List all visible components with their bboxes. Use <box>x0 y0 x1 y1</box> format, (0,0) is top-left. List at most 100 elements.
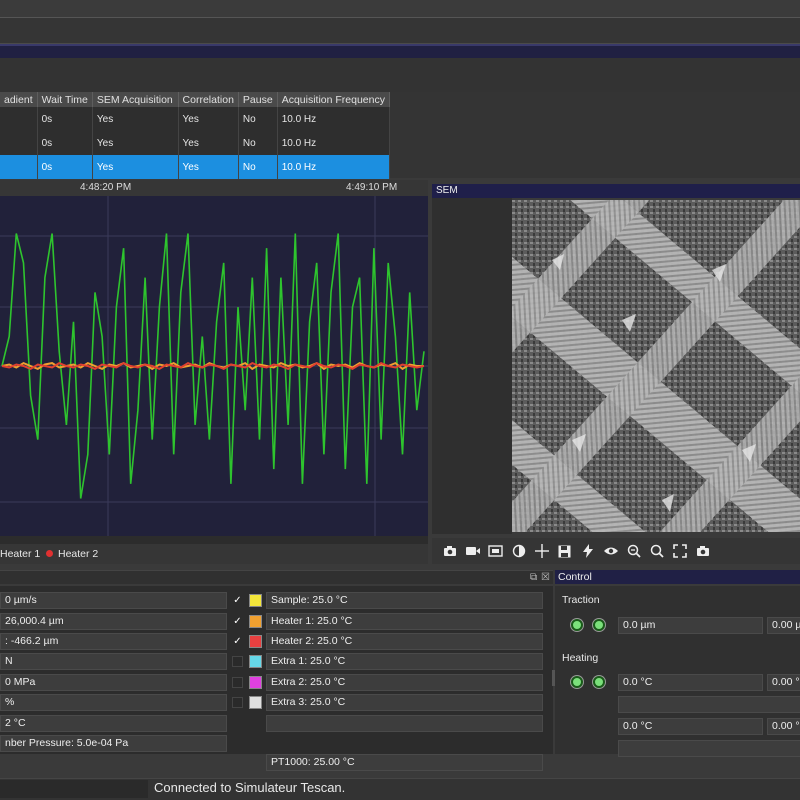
column-header[interactable]: Correlation <box>178 92 239 107</box>
sem-image-graphic <box>512 200 800 532</box>
crosshair-icon[interactable] <box>532 542 551 561</box>
camera-icon[interactable] <box>440 542 459 561</box>
video-icon[interactable] <box>463 542 482 561</box>
heating-row-empty <box>618 696 800 713</box>
zoom-in-icon[interactable] <box>647 542 666 561</box>
column-header[interactable]: SEM Acquisition <box>92 92 179 107</box>
table-cell <box>0 131 38 155</box>
traction-radio-2[interactable] <box>593 619 605 631</box>
graph-time-axis: 4:48:20 PM 4:49:10 PM <box>0 180 428 196</box>
sequence-table: adient Wait Time SEM Acquisition Correla… <box>0 92 391 179</box>
sensor-field: Extra 1: 25.0 °C <box>266 653 543 670</box>
plot-legend: Heater 1 Heater 2 <box>0 544 428 564</box>
traction-value-right[interactable]: 0.00 µ <box>767 617 800 634</box>
heating-value-right-2[interactable]: 0.00 ° <box>767 718 800 735</box>
save-icon[interactable] <box>555 542 574 561</box>
control-panel: Traction 0.0 µm 0.00 µ Heating 0.0 °C 0.… <box>555 586 800 757</box>
column-header[interactable]: Wait Time <box>37 92 93 107</box>
sensor-checkbox[interactable] <box>232 677 243 688</box>
snapshot-icon[interactable] <box>693 542 712 561</box>
heating-value-right[interactable]: 0.00 ° <box>767 674 800 691</box>
eye-icon[interactable] <box>601 542 620 561</box>
sensor-color-swatch <box>249 615 262 628</box>
traction-radio-on[interactable] <box>571 619 583 631</box>
table-cell: Yes <box>178 131 239 155</box>
sensor-field: Extra 2: 25.0 °C <box>266 674 543 691</box>
sensor-color-swatch <box>249 635 262 648</box>
speed-field: 0 µm/s <box>0 592 227 609</box>
heating-row-empty-2 <box>618 740 800 757</box>
heating-value-field[interactable]: 0.0 °C <box>618 674 763 691</box>
close-icon[interactable]: ☒ <box>541 572 550 583</box>
heating-radio-on[interactable] <box>571 676 583 688</box>
table-cell: 0s <box>37 155 93 179</box>
sensor-field: Extra 3: 25.0 °C <box>266 694 543 711</box>
sensor-checkbox[interactable] <box>232 697 243 708</box>
table-cell: 10.0 Hz <box>277 155 391 179</box>
toolbar-area <box>0 58 800 92</box>
sensor-field: Heater 1: 25.0 °C <box>266 613 543 630</box>
table-cell: Yes <box>178 155 239 179</box>
table-cell <box>0 107 38 131</box>
table-cell: Yes <box>178 107 239 131</box>
table-cell: Yes <box>92 155 179 179</box>
sem-image[interactable] <box>512 200 800 532</box>
traction-label: Traction <box>562 594 600 606</box>
temperature-field: 2 °C <box>0 715 227 732</box>
table-row-selected[interactable]: 0s Yes Yes No 10.0 Hz <box>0 155 391 179</box>
plot-scrollbar[interactable] <box>0 536 428 544</box>
table-cell: No <box>238 155 278 179</box>
table-row[interactable]: 0s Yes Yes No 10.0 Hz <box>0 131 391 155</box>
status-panel: 0 µm/s 26,000.4 µm : -466.2 µm N 0 MPa %… <box>0 586 553 771</box>
contrast-icon[interactable] <box>509 542 528 561</box>
column-header[interactable]: adient <box>0 92 38 107</box>
status-bar-left <box>0 780 148 798</box>
status-bar-text: Connected to Simulateur Tescan. <box>154 780 346 795</box>
legend-heater-1: Heater 1 <box>0 548 41 560</box>
table-cell: 0s <box>37 107 93 131</box>
heating-value-field-2[interactable]: 0.0 °C <box>618 718 763 735</box>
sensor-field: Heater 2: 25.0 °C <box>266 633 543 650</box>
force-field: N <box>0 653 227 670</box>
displacement-field: : -466.2 µm <box>0 633 227 650</box>
control-panel-title: Control <box>555 570 800 584</box>
sem-toolbar <box>432 538 800 564</box>
sensor-checkbox[interactable]: ✓ <box>232 595 243 606</box>
legend-heater-2-marker <box>46 550 53 557</box>
table-cell <box>0 155 38 179</box>
sensor-checkbox[interactable]: ✓ <box>232 616 243 627</box>
flash-icon[interactable] <box>578 542 597 561</box>
heating-radio-2[interactable] <box>593 676 605 688</box>
pt1000-field: PT1000: 25.00 °C <box>266 754 543 771</box>
heating-label: Heating <box>562 652 599 664</box>
column-header[interactable]: Acquisition Frequency <box>277 92 391 107</box>
status-panel-titlebar: ⧉ ☒ <box>0 570 553 584</box>
accent-bar <box>0 44 800 58</box>
sensor-color-swatch <box>249 676 262 689</box>
table-cell: No <box>238 107 278 131</box>
sensor-field: Sample: 25.0 °C <box>266 592 543 609</box>
float-icon[interactable]: ⧉ <box>530 572 537 583</box>
sensor-field-empty <box>266 715 543 732</box>
temperature-plot[interactable] <box>0 196 428 536</box>
traction-value-field[interactable]: 0.0 µm <box>618 617 763 634</box>
sensor-color-swatch <box>249 655 262 668</box>
table-cell: 0s <box>37 131 93 155</box>
table-cell: Yes <box>92 131 179 155</box>
panel-splitter[interactable] <box>552 670 555 686</box>
fit-icon[interactable] <box>670 542 689 561</box>
sensor-checkbox[interactable]: ✓ <box>232 636 243 647</box>
table-empty-area <box>390 92 800 178</box>
time-label: 4:49:10 PM <box>346 182 398 193</box>
column-header[interactable]: Pause <box>238 92 278 107</box>
frame-icon[interactable] <box>486 542 505 561</box>
sem-left-margin <box>432 198 512 534</box>
table-cell: Yes <box>92 107 179 131</box>
stress-field: 0 MPa <box>0 674 227 691</box>
position-field: 26,000.4 µm <box>0 613 227 630</box>
zoom-out-icon[interactable] <box>624 542 643 561</box>
time-label: 4:48:20 PM <box>80 182 132 193</box>
table-row[interactable]: 0s Yes Yes No 10.0 Hz <box>0 107 391 131</box>
sensor-checkbox[interactable] <box>232 656 243 667</box>
plot-svg <box>0 196 428 536</box>
